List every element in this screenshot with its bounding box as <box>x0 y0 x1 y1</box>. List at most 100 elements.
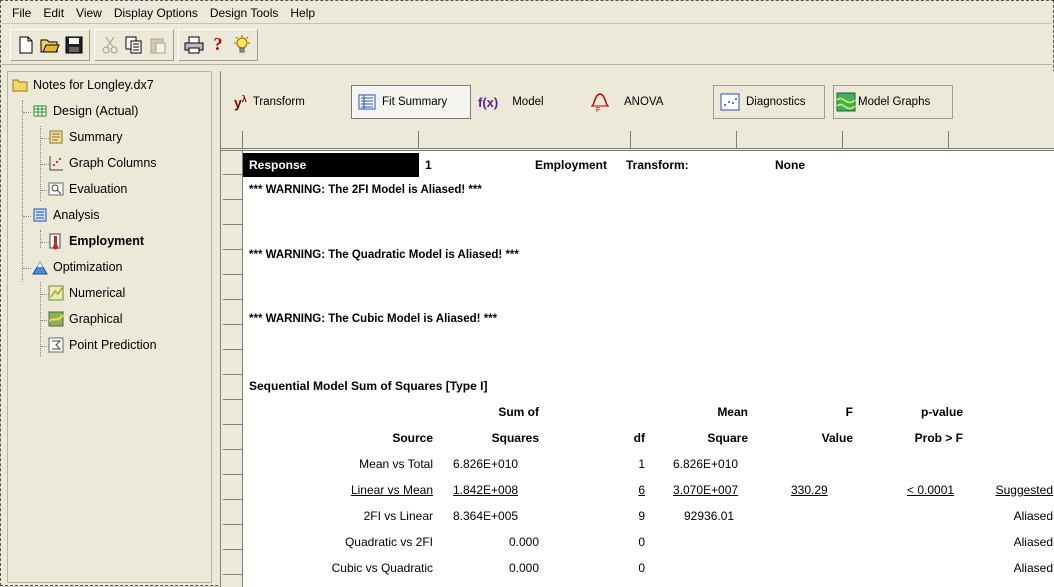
menu-display-options[interactable]: Display Options <box>108 4 204 22</box>
tree-item-design[interactable]: Design (Actual) <box>8 98 211 124</box>
row-header-cell[interactable] <box>223 228 243 250</box>
menu-file[interactable]: File <box>6 4 37 22</box>
row-df: 6 <box>638 483 645 497</box>
row-header-cell[interactable] <box>223 303 243 325</box>
warning-2fi: *** WARNING: The 2FI Model is Aliased! *… <box>249 184 482 196</box>
model-graphs-icon <box>836 92 856 112</box>
tree-label-evaluation: Evaluation <box>69 182 128 196</box>
open-icon[interactable] <box>39 33 61 57</box>
tree-line <box>23 216 31 217</box>
menu-help[interactable]: Help <box>284 4 321 22</box>
column-header-cell[interactable] <box>949 131 1054 149</box>
row-header-cell[interactable] <box>223 553 243 575</box>
row-df: 1 <box>638 457 645 471</box>
tab-transform[interactable]: yλ Transform <box>227 85 343 119</box>
row-header-cell[interactable] <box>223 253 243 275</box>
copy-icon[interactable] <box>123 33 145 57</box>
tab-diagnostics[interactable]: Diagnostics <box>713 85 825 119</box>
row-note: Aliased <box>1013 561 1053 575</box>
row-header-cell[interactable] <box>223 328 243 350</box>
row-header-cell[interactable] <box>223 353 243 375</box>
new-icon[interactable] <box>15 33 37 57</box>
header-squares: Squares <box>491 431 539 445</box>
column-header-cell <box>221 131 243 149</box>
tip-icon[interactable] <box>231 33 253 57</box>
row-header-cell[interactable] <box>223 503 243 525</box>
main-panel: yλ Transform Fit Summary f(x) Model F AN… <box>220 71 1054 587</box>
tab-model[interactable]: f(x) Model <box>471 85 575 119</box>
row-header-cell[interactable] <box>223 453 243 475</box>
header-mean: Mean <box>717 405 748 419</box>
row-source: Linear vs Mean <box>350 483 433 497</box>
tab-model-label: Model <box>512 96 544 108</box>
row-header-cell[interactable] <box>223 203 243 225</box>
evaluation-icon <box>48 181 64 197</box>
paste-icon[interactable] <box>147 33 169 57</box>
row-header-cell[interactable] <box>223 178 243 200</box>
row-ms: 3.070E+007 <box>673 483 739 497</box>
save-icon[interactable] <box>63 33 85 57</box>
optimization-icon <box>32 259 48 275</box>
tree-item-numerical[interactable]: Numerical <box>8 280 211 306</box>
response-label-cell[interactable]: Response <box>243 153 419 177</box>
row-header-cell[interactable] <box>223 478 243 500</box>
row-df: 0 <box>638 561 645 575</box>
tree-item-root[interactable]: Notes for Longley.dx7 <box>8 78 211 98</box>
row-header-cell[interactable] <box>223 528 243 550</box>
row-header-cell[interactable] <box>223 153 243 175</box>
column-header-cell[interactable] <box>631 131 737 149</box>
tree-item-evaluation[interactable]: Evaluation <box>8 176 211 202</box>
column-header-row <box>221 129 1054 151</box>
tree-item-graph-columns[interactable]: Graph Columns <box>8 150 211 176</box>
svg-text:F: F <box>596 107 600 112</box>
tree-item-employment[interactable]: Employment <box>8 228 211 254</box>
help-icon[interactable]: ? <box>207 33 229 57</box>
menu-edit[interactable]: Edit <box>37 4 70 22</box>
response-name: Employment <box>535 158 608 172</box>
menu-design-tools[interactable]: Design Tools <box>204 4 284 22</box>
tab-diagnostics-label: Diagnostics <box>746 96 806 108</box>
tree-label-employment: Employment <box>69 234 145 248</box>
row-header-cell[interactable] <box>223 378 243 400</box>
toolbar-file-group <box>10 28 90 61</box>
tree-line <box>41 346 49 347</box>
tree-label-graphical: Graphical <box>69 312 123 326</box>
tab-anova[interactable]: F ANOVA <box>583 85 703 119</box>
tree-item-summary[interactable]: Summary <box>8 124 211 150</box>
row-header-column <box>221 151 243 587</box>
tab-fit-summary[interactable]: Fit Summary <box>351 85 471 119</box>
tree-label-summary: Summary <box>69 130 123 144</box>
transform-value: None <box>775 158 805 172</box>
tree-item-analysis[interactable]: Analysis <box>8 202 211 228</box>
row-ms: 92936.01 <box>684 509 735 523</box>
numerical-icon <box>48 285 64 301</box>
column-header-cell[interactable] <box>243 131 419 149</box>
toolbar-edit-group <box>94 28 174 61</box>
row-source: 2FI vs Linear <box>363 509 433 523</box>
node-tree: Notes for Longley.dx7 Design (Actual) Su… <box>7 71 212 583</box>
warning-cubic: *** WARNING: The Cubic Model is Aliased!… <box>249 313 498 325</box>
row-source: Cubic vs Quadratic <box>331 561 433 575</box>
response-number: 1 <box>425 158 432 172</box>
lambda-icon: yλ <box>234 93 247 111</box>
column-header-cell[interactable] <box>843 131 949 149</box>
column-header-cell[interactable] <box>419 131 631 149</box>
tab-model-graphs[interactable]: Model Graphs <box>833 85 953 119</box>
print-icon[interactable] <box>183 33 205 57</box>
row-header-cell[interactable] <box>223 428 243 450</box>
graph-columns-icon <box>48 155 64 171</box>
tree-label-numerical: Numerical <box>69 286 126 300</box>
cut-icon[interactable] <box>99 33 121 57</box>
section-title: Sequential Model Sum of Squares [Type I] <box>249 379 488 393</box>
tree-item-graphical[interactable]: Graphical <box>8 306 211 332</box>
tab-model-graphs-label: Model Graphs <box>858 96 931 108</box>
column-header-cell[interactable] <box>737 131 843 149</box>
menu-view[interactable]: View <box>70 4 108 22</box>
tree-item-point-prediction[interactable]: Point Prediction <box>8 332 211 358</box>
row-header-cell[interactable] <box>223 403 243 425</box>
point-prediction-icon <box>48 337 64 353</box>
tree-label-graph-columns: Graph Columns <box>69 156 157 170</box>
row-header-cell[interactable] <box>223 278 243 300</box>
analysis-icon <box>32 207 48 223</box>
tree-item-optimization[interactable]: Optimization <box>8 254 211 280</box>
